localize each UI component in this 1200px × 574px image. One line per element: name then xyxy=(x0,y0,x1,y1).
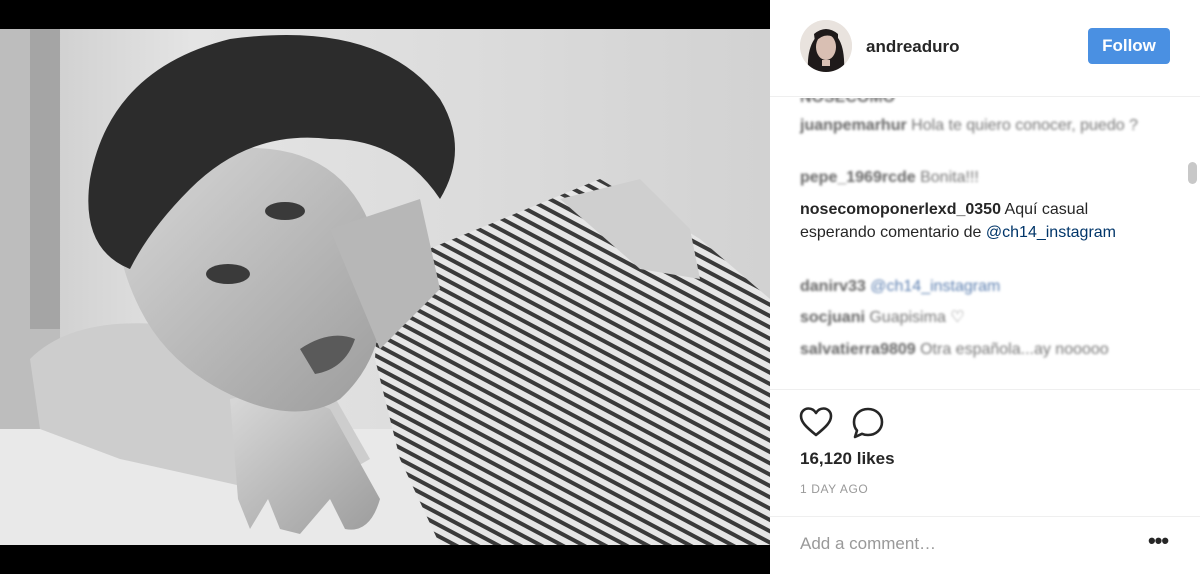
comment-username[interactable]: juanpemarhur xyxy=(800,117,907,134)
avatar-image xyxy=(800,20,852,72)
post-actions xyxy=(798,405,918,441)
post-sidebar: andreaduro Follow NOSECOMO juanpemarhur … xyxy=(770,0,1200,574)
comment-item: NOSECOMO xyxy=(800,98,1160,109)
post-header: andreaduro Follow xyxy=(770,0,1200,97)
username[interactable]: andreaduro xyxy=(866,37,960,57)
comment-item: pepe_1969rcde Bonita!!! xyxy=(800,166,1160,189)
post-timestamp[interactable]: 1 DAY AGO xyxy=(800,482,868,496)
comment-mention[interactable]: @ch14_instagram xyxy=(986,224,1116,241)
comment-username[interactable]: nosecomoponerlexd_0350 xyxy=(800,201,1001,218)
comment-item: socjuani Guapisima ♡ xyxy=(800,306,1160,329)
scrollbar-thumb[interactable] xyxy=(1188,162,1197,184)
comment-username[interactable]: NOSECOMO xyxy=(800,98,895,106)
photo-panel xyxy=(0,0,770,574)
likes-count[interactable]: 16,120 likes xyxy=(800,449,895,469)
comment-text: Otra española...ay nooooo xyxy=(920,341,1109,358)
comment-input[interactable] xyxy=(800,531,1120,557)
comment-mention[interactable]: @ch14_instagram xyxy=(870,278,1000,295)
comment-item: nosecomoponerlexd_0350 Aquí casual esper… xyxy=(800,198,1160,244)
comment-text: Hola te quiero conocer, puedo ? xyxy=(911,117,1138,134)
comment-item: danirv33 @ch14_instagram xyxy=(800,275,1160,298)
comment-username[interactable]: pepe_1969rcde xyxy=(800,169,916,186)
comments-scrollbar[interactable] xyxy=(1184,98,1200,390)
post-photo[interactable] xyxy=(0,29,770,545)
avatar[interactable] xyxy=(800,20,852,72)
comment-text: Bonita!!! xyxy=(920,169,979,186)
more-options-icon[interactable]: ••• xyxy=(1142,530,1174,557)
comments-list: NOSECOMO juanpemarhur Hola te quiero con… xyxy=(770,98,1200,390)
comment-text: Guapisima ♡ xyxy=(869,309,965,326)
portrait-illustration xyxy=(0,29,770,545)
comment-item: salvatierra9809 Otra española...ay noooo… xyxy=(800,338,1160,361)
comment-icon[interactable] xyxy=(850,405,886,441)
comment-username[interactable]: danirv33 xyxy=(800,278,866,295)
follow-button[interactable]: Follow xyxy=(1088,28,1170,64)
add-comment-bar: ••• xyxy=(770,516,1200,574)
comment-item: juanpemarhur Hola te quiero conocer, pue… xyxy=(800,114,1160,137)
heart-icon[interactable] xyxy=(798,405,834,441)
comment-username[interactable]: salvatierra9809 xyxy=(800,341,916,358)
comment-username[interactable]: socjuani xyxy=(800,309,865,326)
